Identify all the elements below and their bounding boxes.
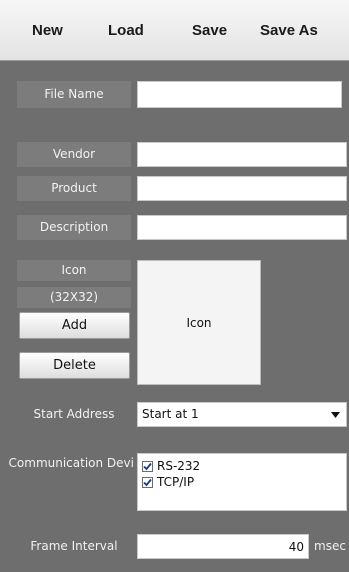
- rs232-checkbox[interactable]: [142, 460, 153, 472]
- rs232-label: RS-232: [157, 459, 201, 473]
- chevron-down-icon: [331, 412, 340, 418]
- vendor-input[interactable]: [137, 142, 347, 167]
- add-icon-button[interactable]: Add: [19, 312, 130, 339]
- frame-interval-label: Frame Interval: [30, 539, 118, 553]
- start-address-select[interactable]: Start at 1: [137, 402, 347, 427]
- frame-interval-input[interactable]: [137, 534, 309, 559]
- description-input[interactable]: [137, 215, 347, 240]
- tcpip-option[interactable]: TCP/IP: [142, 474, 194, 490]
- icon-size-label: (32X32): [17, 287, 131, 308]
- icon-preview-text: Icon: [186, 315, 212, 330]
- new-button[interactable]: New: [32, 0, 63, 60]
- save-as-button[interactable]: Save As: [260, 0, 318, 60]
- form-panel: File Name Vendor Product Description Ico…: [0, 61, 349, 572]
- communication-devices-label-text: Communication Devi: [8, 456, 134, 470]
- delete-icon-button[interactable]: Delete: [19, 352, 130, 379]
- communication-devices-list[interactable]: RS-232 TCP/IP: [137, 453, 347, 511]
- tcpip-label: TCP/IP: [157, 475, 195, 489]
- toolbar: New Load Save Save As: [0, 0, 349, 61]
- load-button[interactable]: Load: [108, 0, 144, 60]
- frame-interval-unit: msec: [314, 539, 346, 553]
- icon-preview[interactable]: Icon: [137, 260, 261, 385]
- checkmark-icon: [143, 462, 152, 470]
- icon-label: Icon: [17, 260, 131, 281]
- file-name-input[interactable]: [137, 81, 342, 108]
- product-input[interactable]: [137, 176, 347, 201]
- product-label: Product: [17, 176, 131, 201]
- file-name-label: File Name: [17, 81, 131, 108]
- rs232-option[interactable]: RS-232: [142, 458, 200, 474]
- checkmark-icon: [143, 478, 152, 486]
- communication-devices-label: Communication Devi: [0, 453, 134, 473]
- save-button[interactable]: Save: [192, 0, 227, 60]
- vendor-label: Vendor: [17, 142, 131, 167]
- tcpip-checkbox[interactable]: [142, 476, 153, 488]
- start-address-value: Start at 1: [142, 407, 199, 421]
- start-address-label: Start Address: [33, 407, 115, 421]
- description-label: Description: [17, 215, 131, 240]
